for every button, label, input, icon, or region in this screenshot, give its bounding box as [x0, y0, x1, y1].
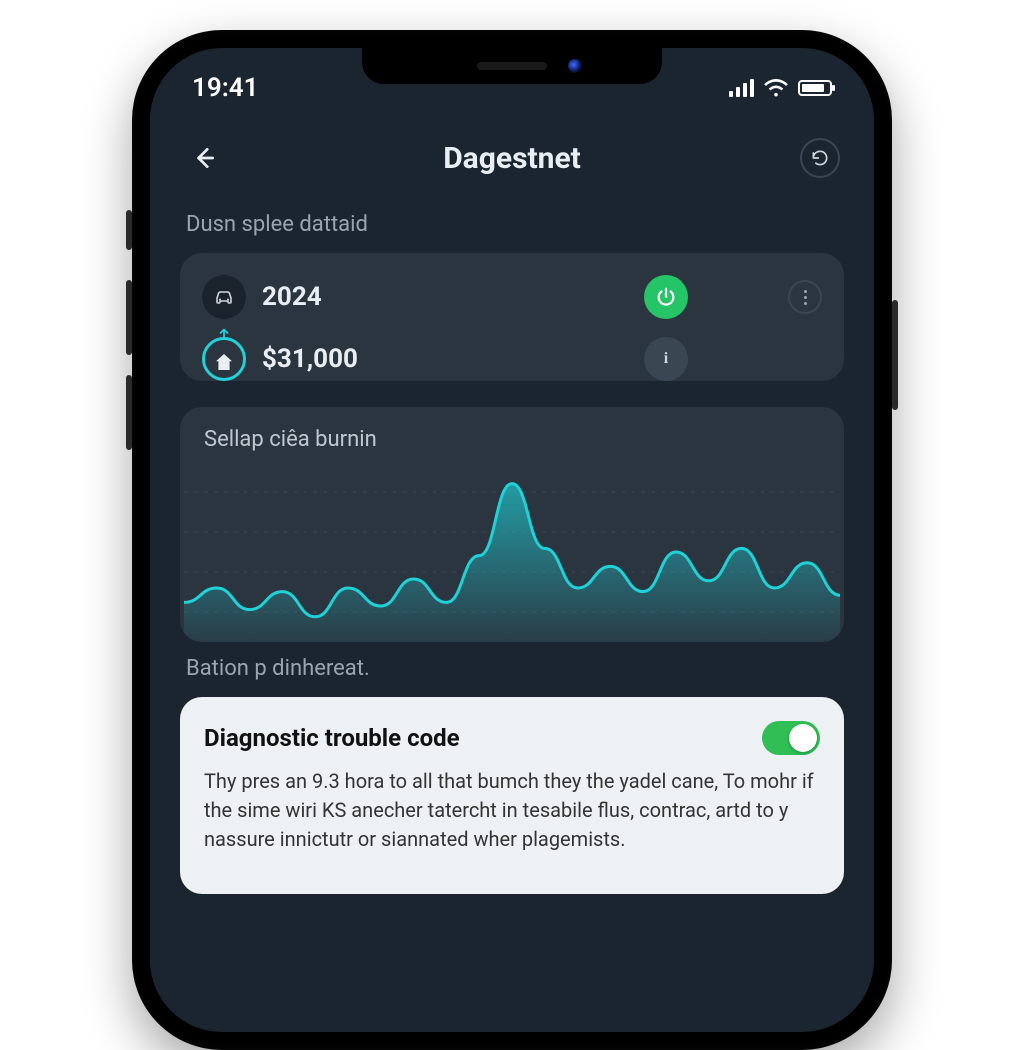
activity-chart[interactable]: [184, 462, 840, 642]
silence-switch: [126, 210, 132, 250]
phone-notch: [362, 48, 662, 84]
phone-frame: 19:41 Dagestnet: [132, 30, 892, 1050]
front-camera: [568, 59, 582, 73]
power-button: [892, 300, 898, 410]
battery-icon: [798, 80, 832, 96]
info-button[interactable]: i: [644, 337, 688, 381]
chart-title: Sellap ciêa burnin: [204, 427, 820, 452]
power-action-button[interactable]: [644, 275, 688, 319]
dtc-toggle[interactable]: [762, 721, 820, 755]
overview-card: 2024: [180, 253, 844, 381]
card-more-button[interactable]: [788, 280, 822, 314]
home-icon: [216, 354, 232, 370]
speaker-grille: [477, 62, 547, 70]
arrow-up-icon: [217, 326, 231, 340]
refresh-button[interactable]: [800, 138, 840, 178]
dtc-body-text: Thy pres an 9.3 hora to all that bumch t…: [204, 767, 820, 854]
power-icon: [655, 286, 677, 308]
chart-card: Sellap ciêa burnin: [180, 407, 844, 642]
volume-down-button: [126, 375, 132, 450]
nav-bar: Dagestnet: [150, 108, 874, 192]
wifi-icon: [764, 79, 788, 97]
volume-up-button: [126, 280, 132, 355]
stat-amount-value: $31,000: [262, 344, 358, 374]
back-button[interactable]: [184, 138, 224, 178]
dtc-card: Diagnostic trouble code Thy pres an 9.3 …: [180, 697, 844, 894]
cellular-signal-icon: [729, 79, 754, 97]
section-two-label: Bation p dinhereat.: [186, 656, 838, 681]
stat-year-value: 2024: [262, 282, 322, 312]
home-upload-icon: [202, 337, 246, 381]
stat-row-year: 2024: [202, 275, 822, 319]
dtc-title: Diagnostic trouble code: [204, 724, 460, 752]
refresh-icon: [810, 148, 830, 168]
car-icon: [202, 275, 246, 319]
stat-row-amount: $31,000 i: [202, 337, 822, 381]
overview-section-label: Dusn splee dattaid: [186, 212, 838, 237]
status-time: 19:41: [192, 73, 259, 103]
page-title: Dagestnet: [443, 141, 581, 176]
